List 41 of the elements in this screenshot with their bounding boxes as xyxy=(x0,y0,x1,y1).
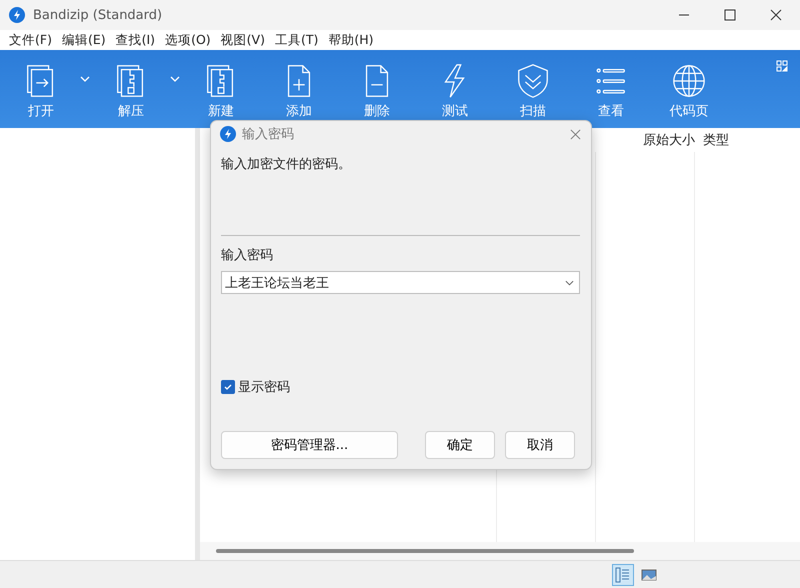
menu-item[interactable]: 选项(O) xyxy=(162,32,218,48)
field-label: 输入密码 xyxy=(221,247,274,264)
password-manager-button[interactable]: 密码管理器... xyxy=(221,431,398,459)
column-header[interactable]: 原始大小 xyxy=(643,131,698,149)
toolbar-button[interactable]: 添加 xyxy=(264,50,334,128)
image-icon xyxy=(641,566,657,582)
menu-item[interactable]: 编辑(E) xyxy=(58,32,113,48)
column-header[interactable]: 类型 xyxy=(698,131,800,149)
dialog-message: 输入加密文件的密码。 xyxy=(221,156,352,173)
password-field[interactable]: 上老王论坛当老王 xyxy=(221,271,580,294)
checkbox-label: 显示密码 xyxy=(238,379,290,396)
ok-button[interactable]: 确定 xyxy=(425,431,495,459)
toolbar-button[interactable]: 扫描 xyxy=(498,50,568,128)
checkmark-icon xyxy=(223,382,233,392)
app-logo-icon xyxy=(220,126,236,142)
dropdown-icon[interactable] xyxy=(565,280,574,286)
menu-item[interactable]: 文件(F) xyxy=(6,32,59,48)
menu-item[interactable]: 工具(T) xyxy=(272,32,326,48)
maximize-icon[interactable] xyxy=(724,9,736,21)
app-logo-icon xyxy=(9,7,25,23)
layout-icon[interactable] xyxy=(776,60,788,72)
toolbar-button[interactable]: 测试 xyxy=(420,50,490,128)
checkbox[interactable] xyxy=(221,380,235,394)
menu-item[interactable]: 帮助(H) xyxy=(325,32,381,48)
cancel-button[interactable]: 取消 xyxy=(505,431,575,459)
toolbar-button[interactable]: 打开 xyxy=(6,50,76,128)
globe-icon xyxy=(670,62,708,100)
close-icon[interactable] xyxy=(770,9,782,21)
window-title: Bandizip (Standard) xyxy=(33,8,162,22)
details-list-icon xyxy=(615,566,631,582)
caret-icon[interactable] xyxy=(170,76,180,82)
menu-item[interactable]: 查找(I) xyxy=(112,32,162,48)
toolbar-button[interactable]: 查看 xyxy=(576,50,646,128)
menu-item[interactable]: 视图(V) xyxy=(218,32,272,48)
caret-icon[interactable] xyxy=(80,76,90,82)
toolbar-button[interactable]: 解压 xyxy=(96,50,166,128)
dialog-title: 输入密码 xyxy=(242,126,294,143)
toolbar-button[interactable]: 删除 xyxy=(342,50,412,128)
details-view-button[interactable] xyxy=(612,564,634,586)
scrollbar-thumb[interactable] xyxy=(216,549,634,553)
toolbar-button[interactable]: 代码页 xyxy=(654,50,724,128)
